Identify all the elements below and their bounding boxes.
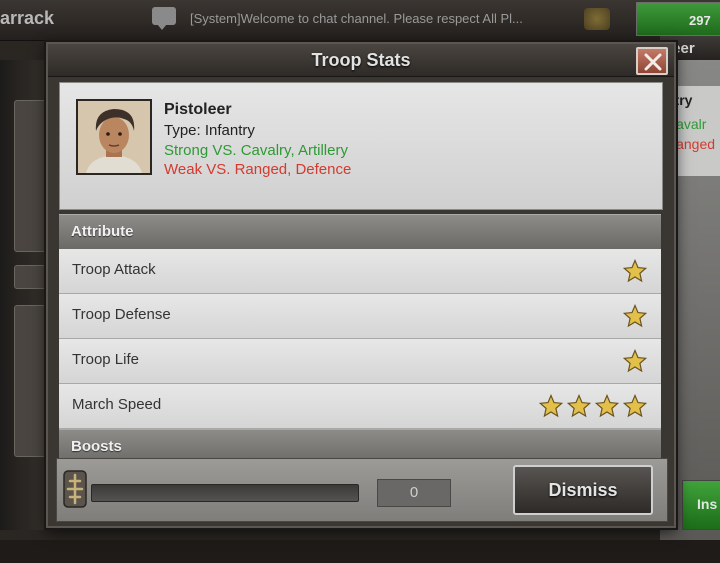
attribute-label: March Speed [72,396,162,413]
star-icon [623,259,647,283]
resource-counter-value: 297 [689,13,711,28]
dialog-title: Troop Stats [311,50,411,70]
unit-strengths: Strong VS. Cavalry, Artillery [164,142,348,159]
boosts-section-header: Boosts [59,429,661,458]
background-bottom [0,540,720,563]
attribute-label: Troop Life [72,351,139,368]
star-icon [623,394,647,418]
dismiss-count-input[interactable]: 0 [377,479,451,507]
attribute-section-title: Attribute [71,223,134,240]
star-rating [619,349,647,373]
dismiss-slider-track[interactable] [91,484,359,502]
dialog-header: Troop Stats [48,44,674,77]
star-rating [619,304,647,328]
attribute-section-header: Attribute [59,214,661,250]
star-icon [623,349,647,373]
background-insta-label: Ins [697,496,718,512]
troop-stats-dialog: Troop Stats Pistoleer Type: Infantry Str… [46,42,676,528]
chat-icon[interactable] [152,7,176,30]
resource-counter[interactable]: 297 [636,2,720,36]
close-button[interactable] [636,47,668,75]
background-insta-button[interactable]: Ins [682,480,720,530]
unit-type: Type: Infantry [164,122,255,139]
attribute-row-life: Troop Life [59,339,661,384]
dismiss-footer: 0 Dismiss [56,458,668,522]
star-rating [619,259,647,283]
star-icon [595,394,619,418]
top-bar: arrack [System]Welcome to chat channel. … [0,0,720,41]
attribute-label: Troop Defense [72,306,171,323]
star-icon [567,394,591,418]
star-icon [539,394,563,418]
background-title: arrack [0,8,55,28]
stats-list[interactable]: Attribute Troop Attack Troop Defense Tro… [59,214,661,458]
attribute-row-attack: Troop Attack [59,249,661,294]
dismiss-button[interactable]: Dismiss [513,465,653,515]
portrait-image [78,101,150,173]
close-icon [644,53,662,71]
unit-name: Pistoleer [164,101,232,118]
boosts-section-title: Boosts [71,438,122,455]
attribute-row-defense: Troop Defense [59,294,661,339]
event-icon[interactable] [584,8,610,30]
unit-weaknesses: Weak VS. Ranged, Defence [164,161,352,178]
chat-message[interactable]: [System]Welcome to chat channel. Please … [190,11,523,26]
star-icon [623,304,647,328]
unit-portrait [76,99,152,175]
slider-handle-icon[interactable] [60,469,90,509]
attribute-label: Troop Attack [72,261,156,278]
star-rating [535,394,647,418]
attribute-row-march-speed: March Speed [59,384,661,429]
unit-info-card: Pistoleer Type: Infantry Strong VS. Cava… [59,82,663,210]
